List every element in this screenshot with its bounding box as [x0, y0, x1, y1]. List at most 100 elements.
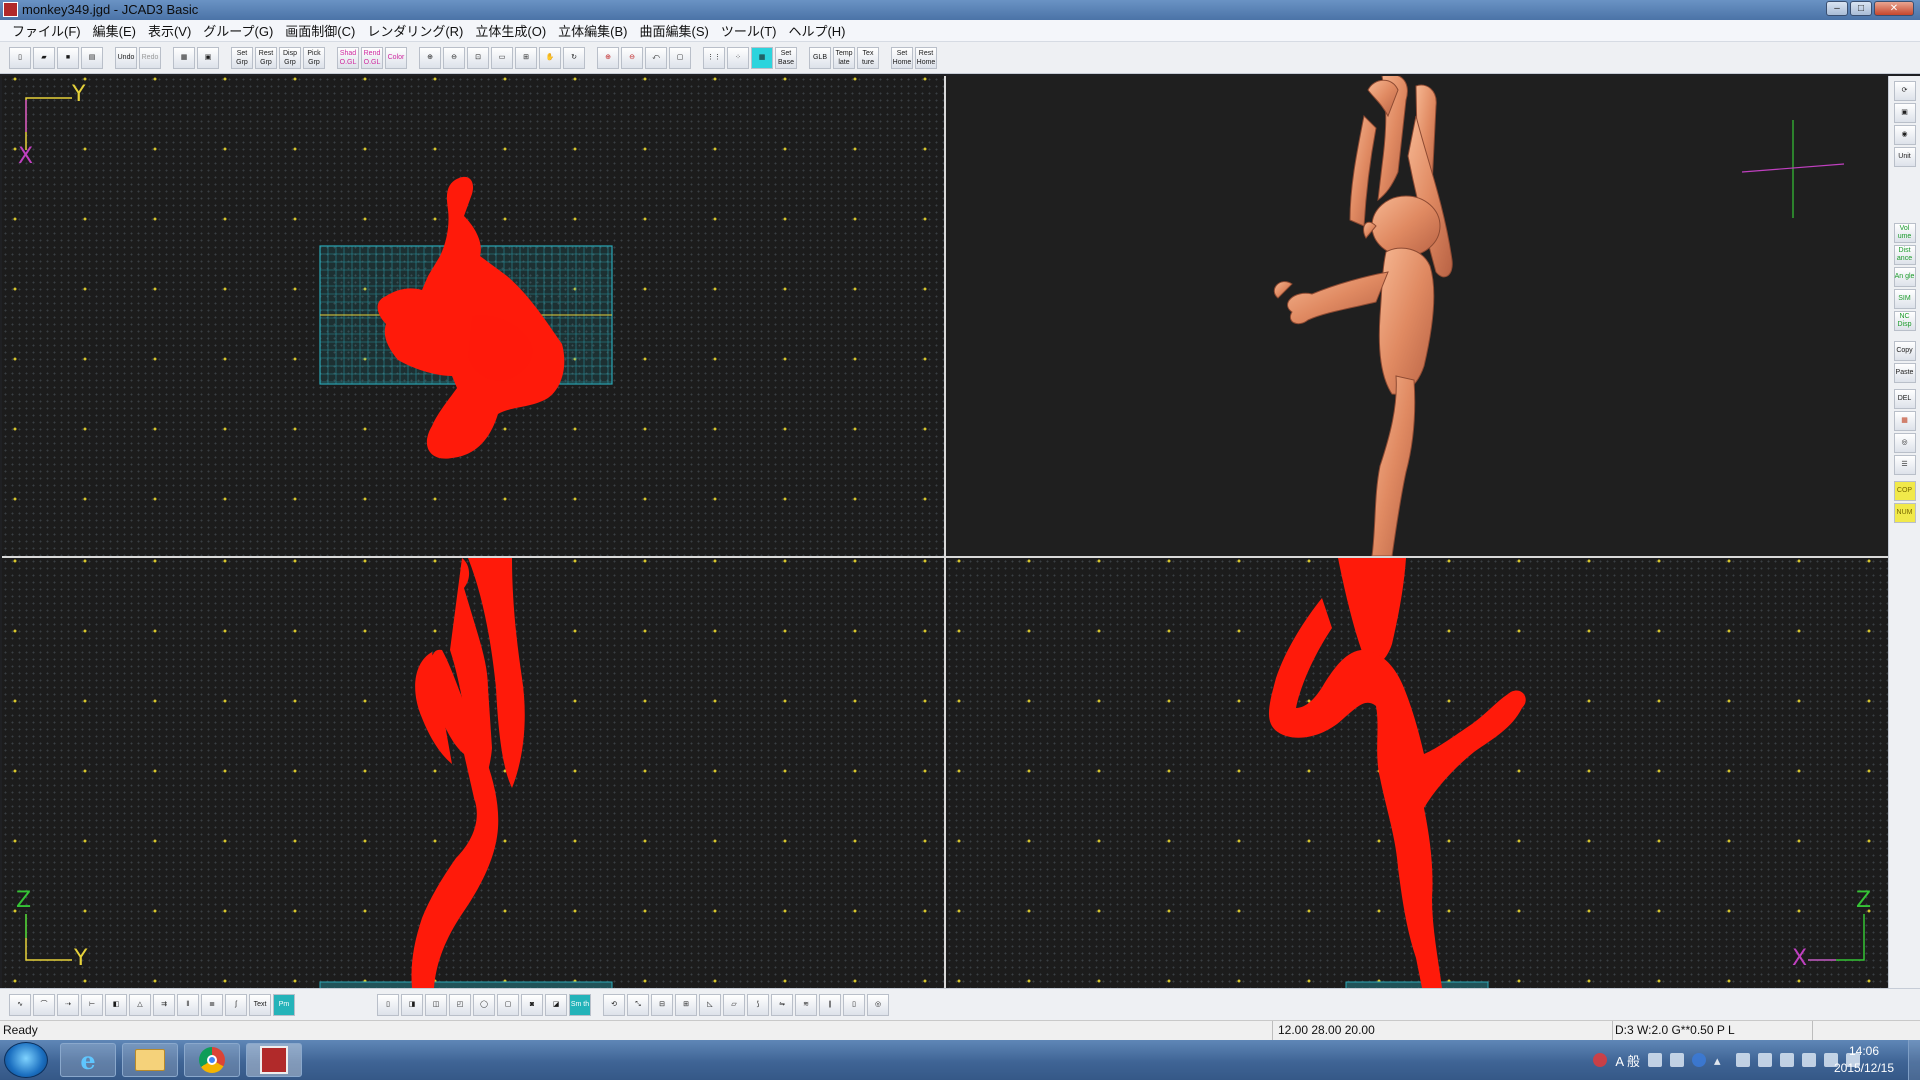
zoom-in-icon[interactable]: ⊕ [419, 46, 441, 69]
menu-tools[interactable]: ツール(T) [715, 21, 783, 40]
monkey-model-front[interactable] [411, 558, 525, 988]
chrome-icon[interactable] [184, 1043, 240, 1077]
boolean-icon[interactable]: ◪ [545, 993, 567, 1016]
view-icon[interactable]: ◉ [1893, 125, 1916, 145]
angle-button[interactable]: An gle [1893, 267, 1916, 287]
new-file-icon[interactable]: ▯ [9, 46, 31, 69]
show-desktop-button[interactable] [1908, 1040, 1920, 1080]
open-file-icon[interactable]: ▰ [33, 46, 55, 69]
extrude-icon[interactable]: ▯ [377, 993, 399, 1016]
notification-icon[interactable] [1593, 1053, 1608, 1067]
zoom-minus-icon[interactable]: ⊖ [621, 46, 643, 69]
menu-group[interactable]: グループ(G) [197, 21, 279, 40]
mirror-tool-icon[interactable]: ◧ [105, 993, 127, 1016]
text-button[interactable]: Text [249, 993, 271, 1016]
box-solid-icon[interactable]: ▢ [497, 993, 519, 1016]
monkey-model-render[interactable] [1273, 76, 1453, 556]
bend-tool-icon[interactable]: ʃ [225, 993, 247, 1016]
rotate-object-icon[interactable]: ⟲ [603, 993, 625, 1016]
menu-help[interactable]: ヘルプ(H) [782, 21, 851, 40]
zoom-all-icon[interactable]: ▭ [491, 46, 513, 69]
sim-button[interactable]: SIM [1893, 289, 1916, 309]
glb-button[interactable]: GLB [809, 46, 831, 69]
curve-tool-icon[interactable]: ∿ [9, 993, 31, 1016]
render-opengl-button[interactable]: Rend O.GL [361, 46, 383, 69]
zoom-previous-icon[interactable]: ⤺ [645, 46, 667, 69]
ime-dict-icon[interactable] [1670, 1053, 1684, 1067]
volume-button[interactable]: Vol ume [1893, 223, 1916, 243]
align-icon[interactable]: ⊟ [651, 993, 673, 1016]
hide-show-icon[interactable]: ◎ [867, 993, 889, 1016]
show-hidden-icons[interactable]: ▴ [1714, 1053, 1728, 1068]
unit-button[interactable]: Unit [1893, 147, 1916, 167]
shade-opengl-button[interactable]: Shad O.GL [337, 46, 359, 69]
offset-tool-icon[interactable]: ⇉ [153, 993, 175, 1016]
zoom-fit-icon[interactable]: ⊞ [515, 46, 537, 69]
help-tray-icon[interactable] [1692, 1053, 1706, 1067]
maximize-button[interactable]: □ [1850, 1, 1872, 16]
spline-tool-icon[interactable]: ⌒ [33, 993, 55, 1016]
clock[interactable]: 14:06 2015/12/15 [1822, 1043, 1906, 1077]
triangle-tool-icon[interactable]: △ [129, 993, 151, 1016]
redo-button[interactable]: Redo [139, 46, 161, 69]
ime-indicator[interactable]: A 般 [1615, 1051, 1640, 1070]
taper-icon[interactable]: ◺ [699, 993, 721, 1016]
smooth-button[interactable]: Sm th [569, 993, 591, 1016]
shell-icon[interactable]: ◙ [521, 993, 543, 1016]
four-view-icon[interactable]: ▣ [197, 46, 219, 69]
display-group-button[interactable]: Disp Grp [279, 46, 301, 69]
pan-hand-icon[interactable]: ✋ [539, 46, 561, 69]
set-base-button[interactable]: Set Base [775, 46, 797, 69]
monkey-model-side[interactable] [1268, 558, 1526, 988]
distribute-icon[interactable]: ⊞ [675, 993, 697, 1016]
rotate-icon[interactable]: ⟳ [1893, 81, 1916, 101]
minimize-button[interactable]: – [1826, 1, 1848, 16]
grid-icon[interactable]: ⋮⋮ [703, 46, 725, 69]
cop-button[interactable]: COP [1893, 481, 1916, 501]
internet-explorer-icon[interactable]: e [60, 1043, 116, 1077]
menu-rendering[interactable]: レンダリング(R) [361, 21, 469, 40]
menu-screen-control[interactable]: 画面制御(C) [279, 21, 361, 40]
copy-button[interactable]: Copy [1893, 341, 1916, 361]
monkey-model-top[interactable] [377, 176, 565, 459]
rotate-view-icon[interactable]: ↻ [563, 46, 585, 69]
sweep-icon[interactable]: ◰ [449, 993, 471, 1016]
menu-solid-edit[interactable]: 立体編集(B) [552, 21, 633, 40]
num-button[interactable]: NUM [1893, 503, 1916, 523]
viewport-divider-horizontal[interactable] [2, 556, 1888, 558]
sync-icon[interactable] [1780, 1053, 1794, 1067]
shear-icon[interactable]: ▱ [723, 993, 745, 1016]
grid-snap-icon[interactable]: ⁘ [727, 46, 749, 69]
menu-file[interactable]: ファイル(F) [6, 21, 87, 40]
app-icon[interactable] [3, 2, 18, 17]
viewport-divider-vertical[interactable] [944, 76, 946, 988]
rest-home-button[interactable]: Rest Home [915, 46, 937, 69]
scale-icon[interactable]: ⤡ [627, 993, 649, 1016]
zoom-window-icon[interactable]: ⊡ [467, 46, 489, 69]
menu-edit[interactable]: 編集(E) [87, 21, 142, 40]
viewport-perspective[interactable] [946, 76, 1888, 556]
set-group-button[interactable]: Set Grp [231, 46, 253, 69]
viewport-front[interactable]: Z Y [2, 558, 944, 988]
loft-icon[interactable]: ◫ [425, 993, 447, 1016]
slot-icon[interactable]: ▯ [843, 993, 865, 1016]
extend-tool-icon[interactable]: ⇢ [57, 993, 79, 1016]
grid-object-icon[interactable]: ▦ [1893, 411, 1916, 431]
properties-icon[interactable]: ☰ [1893, 455, 1916, 475]
print-icon[interactable]: ▤ [81, 46, 103, 69]
explorer-icon[interactable] [122, 1043, 178, 1077]
deform-icon[interactable]: ≋ [795, 993, 817, 1016]
set-home-button[interactable]: Set Home [891, 46, 913, 69]
jcad-icon[interactable] [246, 1043, 302, 1077]
menu-solid-create[interactable]: 立体生成(O) [469, 21, 552, 40]
template-button[interactable]: Temp late [833, 46, 855, 69]
delete-button[interactable]: DEL [1893, 389, 1916, 409]
network-icon[interactable] [1736, 1053, 1750, 1067]
windows-flag-icon[interactable] [1758, 1053, 1772, 1067]
array-tool-icon[interactable]: ⫴ [177, 993, 199, 1016]
trim-tool-icon[interactable]: ⊢ [81, 993, 103, 1016]
box-icon[interactable]: ▣ [1893, 103, 1916, 123]
distance-button[interactable]: Dist ance [1893, 245, 1916, 265]
start-button[interactable] [4, 1042, 48, 1078]
pick-group-button[interactable]: Pick Grp [303, 46, 325, 69]
